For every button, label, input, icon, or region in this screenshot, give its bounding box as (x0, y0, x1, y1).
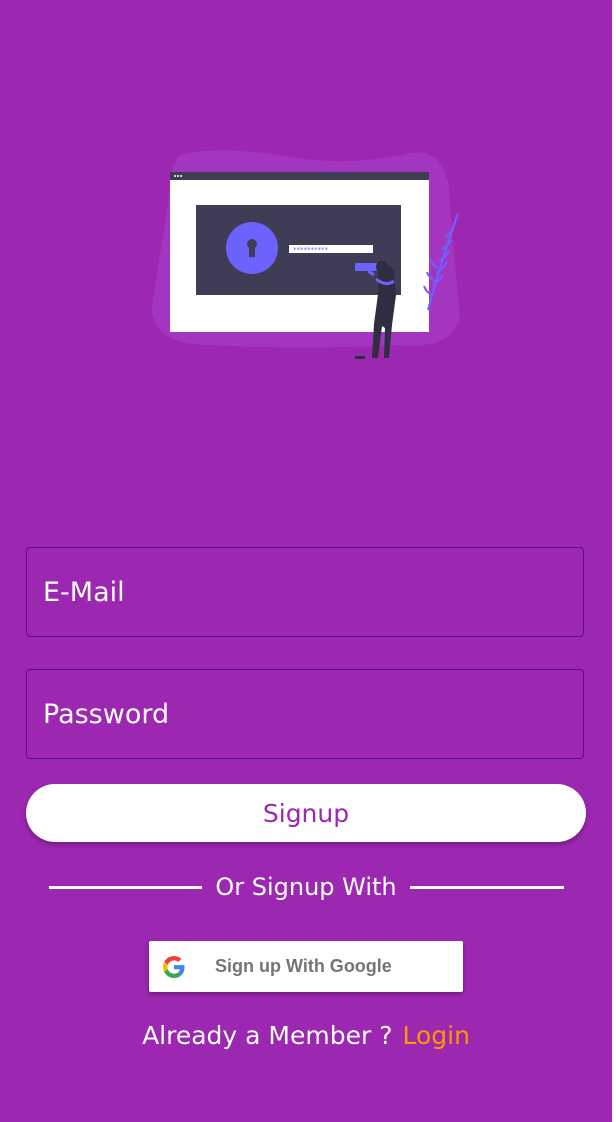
google-g-icon (163, 956, 185, 978)
google-signup-button[interactable]: Sign up With Google (149, 941, 463, 992)
right-edge-border (612, 0, 616, 1122)
email-field[interactable] (26, 547, 584, 637)
signup-button[interactable]: Signup (26, 784, 586, 842)
browser-titlebar (170, 172, 429, 180)
already-member-text: Already a Member ? (142, 1021, 393, 1050)
login-prompt-row: Already a Member ? Login (0, 1016, 612, 1056)
login-link[interactable]: Login (402, 1021, 469, 1050)
divider-line-left (49, 886, 202, 889)
divider-text: Or Signup With (215, 873, 397, 901)
google-signup-label: Sign up With Google (215, 956, 392, 976)
login-illustration: ********** (151, 150, 460, 359)
divider-line-right (410, 886, 564, 889)
svg-text:**********: ********** (293, 246, 329, 254)
password-field[interactable] (26, 669, 584, 759)
panel-button (355, 263, 377, 271)
